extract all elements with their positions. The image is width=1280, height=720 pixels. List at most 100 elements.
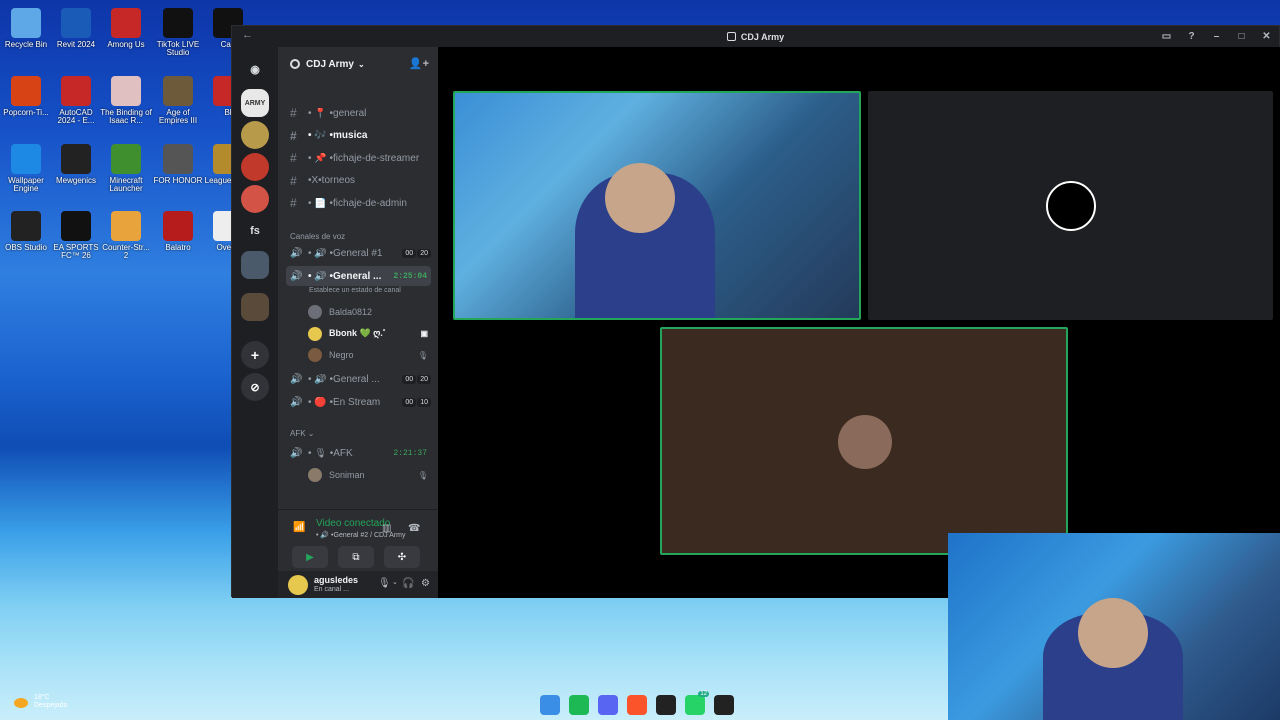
discord-icon[interactable]	[598, 695, 618, 715]
text-channel[interactable]: # • 📌 •fichaje-de-streamer	[286, 148, 431, 168]
voice-connection-panel: 📶 Video conectado • 🔊 •General #2 / CDJ …	[278, 509, 438, 571]
channel-name: • 🎶 •musica	[308, 130, 368, 141]
app-icon[interactable]	[656, 695, 676, 715]
mic-icon[interactable]: 🎙	[378, 578, 391, 589]
voice-status[interactable]: Video conectado	[316, 518, 390, 529]
server-folder-1[interactable]	[241, 251, 269, 279]
desktop-icon[interactable]: FOR HONOR	[152, 138, 204, 185]
sun-icon	[14, 698, 28, 708]
hash-icon: #	[290, 128, 297, 143]
voice-member[interactable]: Bbonk 💚 ღ.˚ ▣	[308, 325, 428, 343]
desktop-icon[interactable]: EA SPORTS FC™ 26	[50, 205, 102, 261]
desktop-icon[interactable]: Popcorn-Ti...	[0, 70, 52, 117]
video-tile-avatar[interactable]	[868, 91, 1273, 320]
desktop-icon[interactable]: Revit 2024	[50, 2, 102, 49]
desktop-icon[interactable]: TikTok LIVE Studio	[152, 2, 204, 58]
close-button[interactable]: ✕	[1254, 26, 1279, 47]
weather-widget[interactable]: 18°C Despejado	[14, 694, 67, 711]
chevron-down-icon[interactable]: ⌄	[392, 578, 398, 586]
chevron-down-icon: ⌄	[357, 59, 365, 69]
minecraft-icon	[111, 144, 141, 174]
desktop-icon-label: Among Us	[107, 40, 145, 49]
text-channel[interactable]: # • 📄 •fichaje-de-admin	[286, 193, 431, 213]
channel-name: • 📌 •fichaje-de-streamer	[308, 152, 420, 164]
desktop-icon[interactable]: Mewgenics	[50, 138, 102, 185]
server-icon-4[interactable]	[241, 185, 269, 213]
brave-icon[interactable]	[627, 695, 647, 715]
voice-channel[interactable]: 🔊 • 🔊 •General ... 00 20	[286, 369, 431, 389]
text-channel[interactable]: # • 🎶 •musica	[286, 126, 431, 146]
server-header[interactable]: CDJ Army ⌄ 👤+	[278, 47, 438, 81]
channel-name: • 📄 •fichaje-de-admin	[308, 197, 407, 209]
add-server-icon[interactable]: +	[241, 341, 269, 369]
desktop-icon-label: Mewgenics	[55, 176, 96, 185]
skull-avatar	[1046, 181, 1096, 231]
video-tile-speaking[interactable]	[660, 327, 1068, 555]
spotify-icon[interactable]	[569, 695, 589, 715]
server-cdj-army[interactable]: ARMY	[241, 89, 269, 117]
user-avatar[interactable]	[288, 574, 308, 595]
desktop-icon[interactable]: Minecraft Launcher	[100, 138, 152, 194]
voice-channel-path[interactable]: • 🔊 •General #2 / CDJ Army	[316, 531, 405, 539]
weather-temp: 18°C	[34, 694, 50, 701]
activities-button[interactable]: ✣	[384, 546, 420, 568]
channel-status-hint[interactable]: Establece un estado de canal	[309, 287, 401, 294]
server-emblem-icon	[290, 59, 300, 69]
inbox-icon[interactable]: ▭	[1154, 26, 1179, 47]
voice-category[interactable]: Canales de voz	[290, 232, 345, 241]
maximize-button[interactable]: □	[1229, 26, 1254, 47]
desktop-icon[interactable]: Age of Empires III	[152, 70, 204, 126]
server-icon-3[interactable]	[241, 153, 269, 181]
user-count: 00	[402, 248, 417, 258]
afk-category[interactable]: AFK ⌄	[290, 429, 315, 438]
headset-icon[interactable]: 🎧	[402, 578, 414, 589]
desktop-icon[interactable]: Among Us	[100, 2, 152, 49]
afk-channel[interactable]: 🔊 • 🎙 •AFK 2:21:37	[286, 443, 431, 463]
member-name: Bbonk 💚 ღ.˚	[329, 328, 386, 338]
afk-member[interactable]: Soniman 🎙	[308, 466, 428, 484]
desktop-icon[interactable]: The Binding of Isaac R...	[100, 70, 152, 126]
server-icon	[726, 32, 736, 41]
disconnect-icon[interactable]: ☎	[408, 523, 420, 534]
server-folder-2[interactable]	[241, 293, 269, 321]
screen-share-button[interactable]: ⧉	[338, 546, 374, 568]
server-fs[interactable]: fs	[241, 217, 269, 245]
noise-suppression-icon[interactable]: ▥	[382, 523, 391, 534]
text-channel[interactable]: # • 📍 •general	[286, 103, 431, 123]
voice-member[interactable]: Balda0812	[308, 303, 428, 321]
g-hub-icon[interactable]	[714, 695, 734, 715]
desktop-icon[interactable]: OBS Studio	[0, 205, 52, 252]
desktop-icon[interactable]: Wallpaper Engine	[0, 138, 52, 194]
back-arrow-icon[interactable]: ←	[242, 29, 253, 41]
explore-icon[interactable]: ⊘	[241, 373, 269, 401]
desktop-icon[interactable]: Recycle Bin	[0, 2, 52, 49]
desktop-icon-label: EA SPORTS FC™ 26	[53, 243, 99, 261]
speaker-icon: 🔊	[290, 373, 303, 385]
desktop-icon[interactable]: AutoCAD 2024 - E...	[50, 70, 102, 126]
user-count: 00	[402, 397, 417, 407]
desktop-icon[interactable]: Counter-Str... 2	[100, 205, 152, 261]
revit-icon	[61, 8, 91, 38]
camera-button[interactable]: ▶	[292, 546, 328, 568]
text-channel[interactable]: # •X•torneos	[286, 171, 431, 191]
voice-channel[interactable]: 🔊 • 🔴 •En Stream 00 10	[286, 392, 431, 412]
windows-start-icon[interactable]	[540, 695, 560, 715]
voice-channel[interactable]: 🔊 • 🔊 •General ... 2:25:04	[286, 266, 431, 286]
avatar	[308, 326, 322, 341]
voice-member[interactable]: Negro 🎙	[308, 346, 428, 364]
user-info[interactable]: agusledes En canal ...	[314, 575, 358, 593]
desktop-icon[interactable]: Balatro	[152, 205, 204, 252]
for-honor-icon	[163, 144, 193, 174]
help-icon[interactable]: ?	[1179, 26, 1204, 47]
settings-gear-icon[interactable]: ⚙	[421, 578, 430, 589]
voice-channel[interactable]: 🔊 • 🔊 •General #1 00 20	[286, 243, 431, 263]
whatsapp-icon[interactable]: 12	[685, 691, 709, 715]
server-icon-2[interactable]	[241, 121, 269, 149]
minimize-button[interactable]: –	[1204, 26, 1229, 47]
discord-home-icon[interactable]: ◉	[241, 55, 269, 83]
hash-icon: #	[290, 151, 297, 165]
invite-icon[interactable]: 👤+	[409, 57, 429, 70]
user-panel: agusledes En canal ... 🎙 ⌄ 🎧 ⚙	[278, 571, 438, 598]
wallpaper-engine-icon	[11, 144, 41, 174]
video-tile-camera[interactable]	[453, 91, 861, 320]
